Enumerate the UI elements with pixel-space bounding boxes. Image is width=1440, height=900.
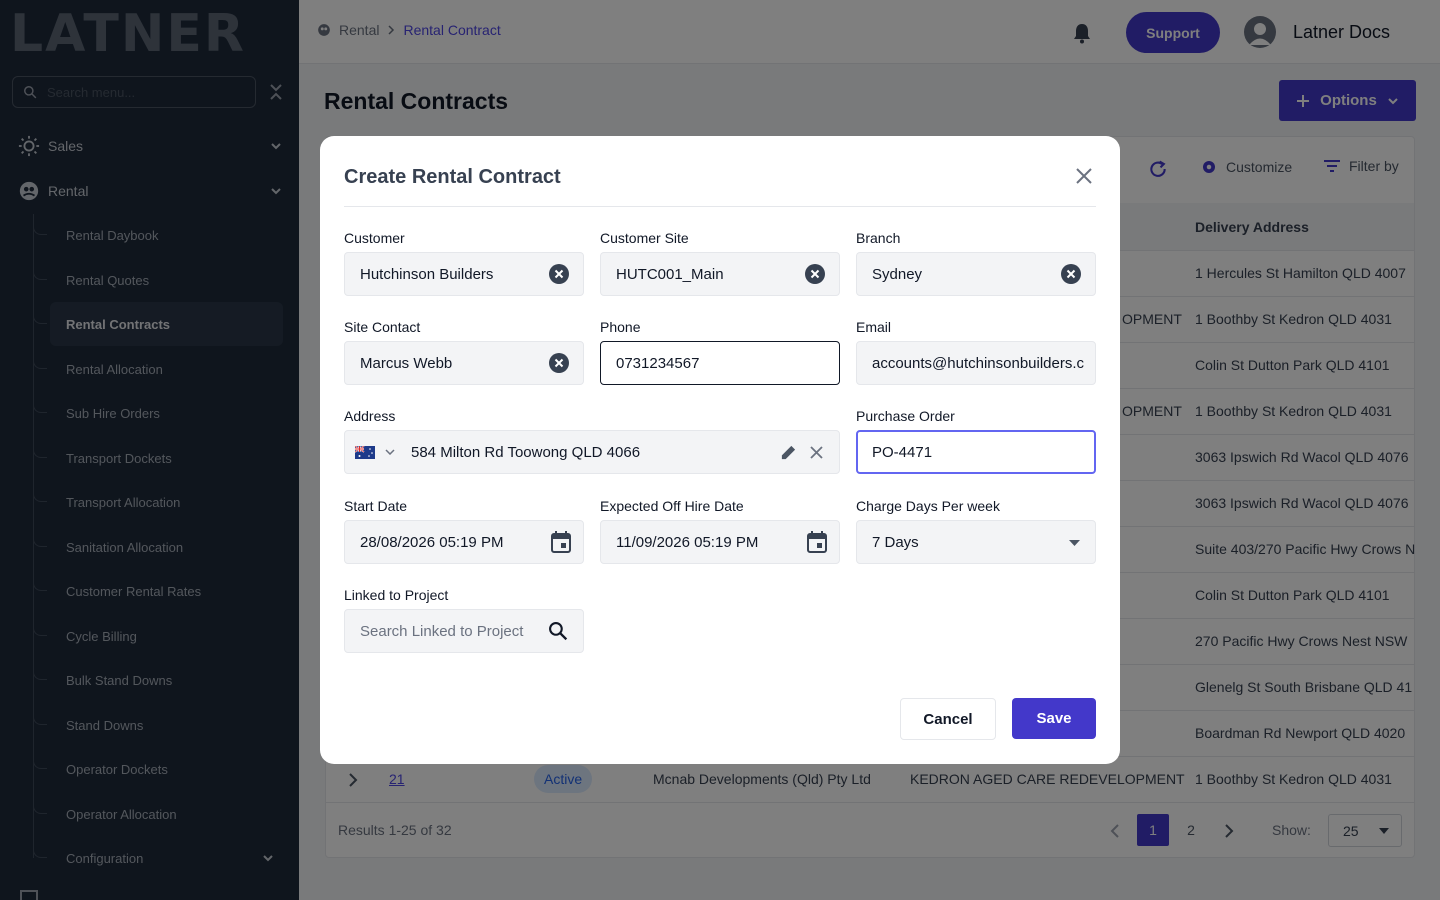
branch-field[interactable]: Sydney — [856, 252, 1096, 296]
start-date-field[interactable]: 28/08/2026 05:19 PM — [344, 520, 584, 564]
site-contact-field[interactable]: Marcus Webb — [344, 341, 584, 385]
clear-icon[interactable] — [549, 353, 569, 373]
purchase-order-value: PO-4471 — [872, 443, 933, 461]
charge-days-label: Charge Days Per week — [856, 498, 1000, 514]
charge-days-value: 7 Days — [872, 533, 919, 551]
customer-field[interactable]: Hutchinson Builders — [344, 252, 584, 296]
save-button[interactable]: Save — [1012, 698, 1096, 739]
branch-value: Sydney — [872, 265, 923, 283]
clear-icon[interactable] — [1061, 264, 1081, 284]
off-hire-date-field[interactable]: 11/09/2026 05:19 PM — [600, 520, 840, 564]
email-value: accounts@hutchinsonbuilders.c — [872, 354, 1085, 372]
address-label: Address — [344, 408, 396, 424]
dialog-title: Create Rental Contract — [344, 166, 561, 188]
cancel-button[interactable]: Cancel — [900, 698, 996, 740]
email-label: Email — [856, 319, 892, 335]
customer-site-field[interactable]: HUTC001_Main — [600, 252, 840, 296]
chevron-down-icon[interactable] — [385, 449, 395, 455]
clear-icon[interactable] — [805, 264, 825, 284]
calendar-icon[interactable] — [807, 531, 827, 553]
phone-label: Phone — [600, 319, 641, 335]
create-contract-dialog: Create Rental Contract Customer Hutchins… — [320, 136, 1120, 764]
branch-label: Branch — [856, 230, 901, 246]
address-field[interactable]: 584 Milton Rd Toowong QLD 4066 — [344, 430, 840, 474]
linked-project-label: Linked to Project — [344, 587, 449, 603]
flag-au-icon[interactable] — [355, 445, 375, 459]
calendar-icon[interactable] — [551, 531, 571, 553]
dropdown-arrow-icon — [1069, 540, 1080, 546]
phone-field[interactable]: 0731234567 — [600, 341, 840, 385]
start-date-label: Start Date — [344, 498, 408, 514]
customer-site-label: Customer Site — [600, 230, 689, 246]
charge-days-select[interactable]: 7 Days — [856, 520, 1096, 564]
address-value: 584 Milton Rd Toowong QLD 4066 — [411, 443, 641, 461]
clear-icon[interactable] — [549, 264, 569, 284]
purchase-order-field[interactable]: PO-4471 — [856, 430, 1096, 474]
phone-value: 0731234567 — [616, 354, 700, 372]
email-field[interactable]: accounts@hutchinsonbuilders.c — [856, 341, 1096, 385]
edit-icon[interactable] — [780, 444, 797, 461]
site-contact-value: Marcus Webb — [360, 354, 453, 372]
customer-site-value: HUTC001_Main — [616, 265, 724, 283]
customer-label: Customer — [344, 230, 405, 246]
customer-value: Hutchinson Builders — [360, 265, 494, 283]
purchase-order-label: Purchase Order — [856, 408, 955, 424]
site-contact-label: Site Contact — [344, 319, 421, 335]
start-date-value: 28/08/2026 05:19 PM — [360, 533, 504, 551]
close-icon[interactable] — [1074, 166, 1094, 186]
off-hire-date-value: 11/09/2026 05:19 PM — [616, 533, 759, 551]
linked-project-placeholder: Search Linked to Project — [360, 622, 524, 640]
search-icon[interactable] — [548, 621, 568, 641]
close-icon[interactable] — [810, 446, 823, 459]
linked-project-search[interactable]: Search Linked to Project — [344, 609, 584, 653]
off-hire-date-label: Expected Off Hire Date — [600, 498, 744, 514]
divider — [344, 206, 1096, 207]
